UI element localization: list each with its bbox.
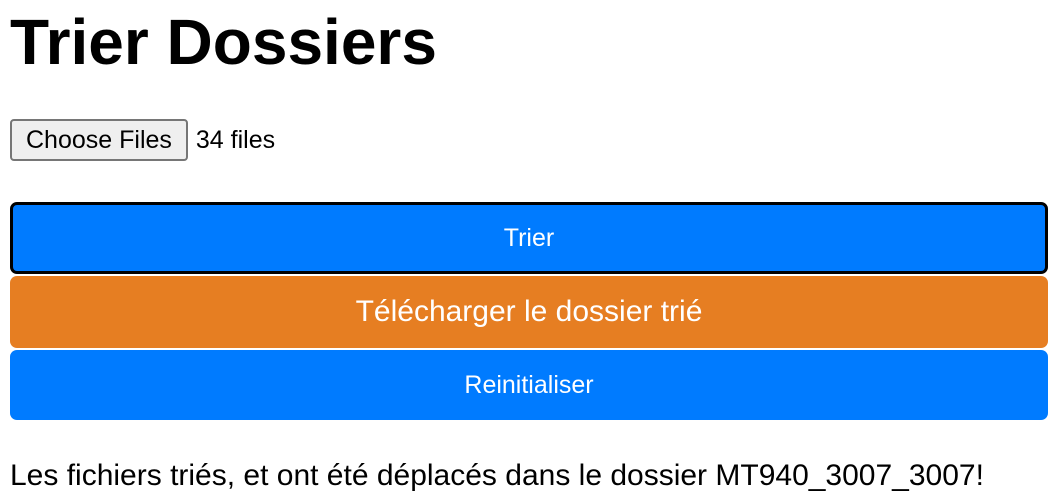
download-sorted-folder-button[interactable]: Télécharger le dossier trié <box>10 276 1048 348</box>
download-button-label: Télécharger le dossier trié <box>355 295 703 328</box>
choose-files-button[interactable]: Choose Files <box>10 119 188 161</box>
result-message: Les fichiers triés, et ont été déplacés … <box>10 459 984 492</box>
sort-button-label: Trier <box>503 223 555 252</box>
reset-button[interactable]: Reinitialiser <box>10 350 1048 420</box>
reset-button-label: Reinitialiser <box>464 370 594 399</box>
sort-button[interactable]: Trier <box>10 202 1048 274</box>
file-input-row: Choose Files 34 files <box>10 118 275 162</box>
page: Trier Dossiers Choose Files 34 files Tri… <box>0 0 1062 500</box>
page-title: Trier Dossiers <box>10 6 437 78</box>
file-count-status: 34 files <box>195 125 276 154</box>
